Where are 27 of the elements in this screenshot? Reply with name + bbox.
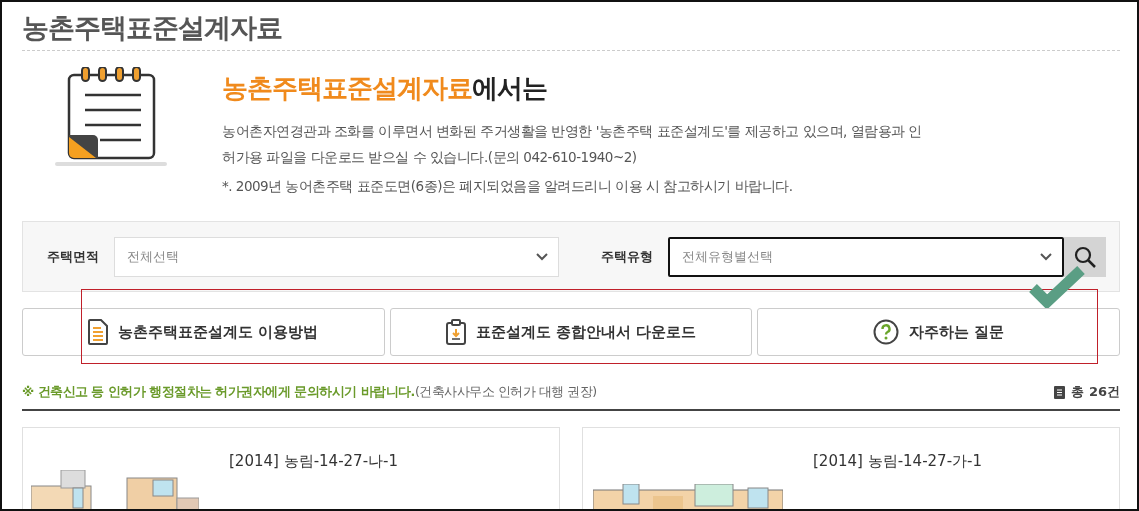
search-button[interactable] bbox=[1064, 236, 1106, 277]
select-field[interactable]: 전체선택 bbox=[114, 236, 559, 277]
filter-label: 주택면적 bbox=[47, 247, 100, 266]
total-count: 총 26건 bbox=[1071, 383, 1120, 401]
filter-label: 주택유형 bbox=[601, 247, 654, 266]
select-field[interactable]: 전체유형별선택 bbox=[668, 236, 1064, 277]
page-title: 농촌주택표준설계자료 bbox=[22, 11, 283, 45]
intro-note: *. 2009년 농어촌주택 표준도면(6종)은 폐지되었음을 알려드리니 이용 시 참고하시기 바랍니다. bbox=[222, 178, 794, 196]
notepad-icon bbox=[55, 67, 170, 167]
chevron-down-icon bbox=[536, 252, 548, 261]
link-button[interactable]: 표준설계도 종합안내서 다운로드 bbox=[389, 308, 753, 356]
document-icon bbox=[88, 319, 109, 345]
chevron-down-icon bbox=[1040, 252, 1052, 261]
question-icon bbox=[873, 319, 900, 345]
check-icon bbox=[1029, 266, 1085, 308]
list-icon bbox=[1054, 385, 1066, 399]
intro-heading: 농촌주택표준설계자료에서는 bbox=[222, 72, 548, 105]
search-icon bbox=[1073, 244, 1097, 269]
plan-card[interactable]: [2014] 농림-14-27-나-1 bbox=[22, 427, 560, 509]
card-title: [2014] 농림-14-27-가-1 bbox=[813, 452, 982, 472]
link-button[interactable]: 농촌주택표준설계도 이용방법 bbox=[22, 308, 385, 356]
notice-text: ※ 건축신고 등 인허가 행정절차는 허가권자에게 문의하시기 바랍니다.(건축사사무소 인허가 대행 권장) bbox=[22, 383, 597, 401]
plan-card[interactable]: [2014] 농림-14-27-가-1 bbox=[582, 427, 1120, 509]
card-title: [2014] 농림-14-27-나-1 bbox=[229, 452, 398, 472]
intro-description: 농어촌자연경관과 조화를 이루면서 변화된 주거생활을 반영한 '농촌주택 표준설계도'를 제공하고 있으며, 열람용과 인허가용 파일을 다운로드 받으실 수 있습니다.(문의 042-610-1940~2) bbox=[222, 122, 922, 167]
clipboard-icon bbox=[445, 319, 466, 345]
link-button[interactable]: 자주하는 질문 bbox=[757, 308, 1120, 356]
